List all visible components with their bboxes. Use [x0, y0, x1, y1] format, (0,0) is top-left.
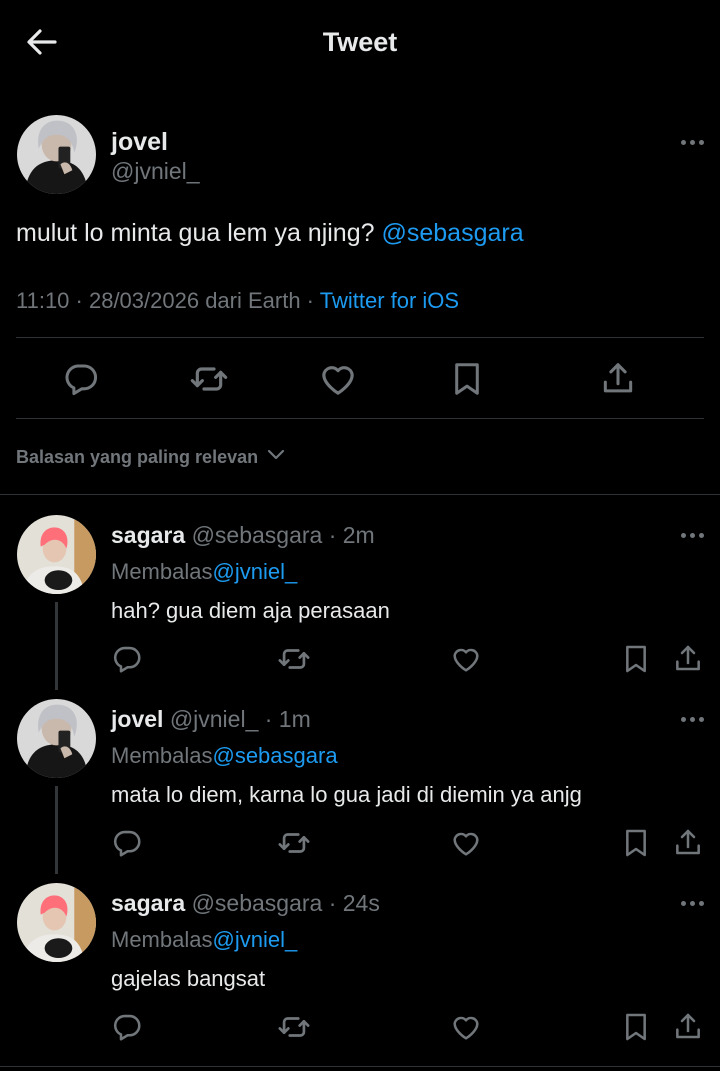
- reply-author-name[interactable]: sagara: [111, 890, 185, 916]
- replying-label: Membalas: [111, 927, 213, 952]
- divider: [0, 1066, 720, 1067]
- bookmark-icon[interactable]: [619, 1010, 653, 1044]
- more-options-icon[interactable]: [681, 140, 704, 145]
- like-icon[interactable]: [449, 1010, 483, 1044]
- retweet-icon[interactable]: [277, 1010, 311, 1044]
- replying-to: Membalas@jvniel_: [111, 559, 297, 585]
- share-icon[interactable]: [671, 1010, 705, 1044]
- tweet-meta: 11:10 · 28/03/2026 dari Earth · Twitter …: [16, 288, 459, 314]
- sort-replies-dropdown[interactable]: Balasan yang paling relevan: [16, 447, 286, 468]
- tweet-source-link[interactable]: Twitter for iOS: [320, 288, 459, 313]
- share-icon[interactable]: [671, 826, 705, 860]
- divider: [0, 494, 720, 495]
- more-options-icon[interactable]: [681, 717, 704, 722]
- replying-label: Membalas: [111, 743, 213, 768]
- more-options-icon[interactable]: [681, 901, 704, 906]
- avatar[interactable]: [17, 515, 96, 594]
- tweet-text: mulut lo minta gua lem ya njing? @sebasg…: [16, 219, 524, 248]
- replying-to-link[interactable]: @jvniel_: [212, 559, 297, 584]
- avatar[interactable]: [17, 883, 96, 962]
- more-options-icon[interactable]: [681, 533, 704, 538]
- reply-author-name[interactable]: jovel: [111, 706, 163, 732]
- author-handle[interactable]: @jvniel_: [111, 158, 200, 185]
- retweet-icon[interactable]: [277, 642, 311, 676]
- chevron-down-icon: [266, 448, 286, 467]
- reply-header: jovel @jvniel_ · 1m: [111, 706, 311, 733]
- replying-to: Membalas@sebasgara: [111, 743, 338, 769]
- reply-author-handle[interactable]: @sebasgara · 2m: [192, 522, 375, 548]
- reply-icon[interactable]: [110, 1010, 144, 1044]
- tweet-body: mulut lo minta gua lem ya njing?: [16, 219, 375, 247]
- divider: [16, 337, 704, 338]
- header: Tweet: [0, 0, 720, 90]
- retweet-icon[interactable]: [188, 358, 230, 400]
- reply-icon[interactable]: [110, 826, 144, 860]
- retweet-icon[interactable]: [277, 826, 311, 860]
- reply-text: gajelas bangsat: [111, 966, 266, 991]
- thread-line: [55, 602, 58, 690]
- reply-author-handle[interactable]: @jvniel_ · 1m: [170, 706, 311, 732]
- reply-text: hah? gua diem aja perasaan: [111, 598, 390, 623]
- page-title: Tweet: [322, 27, 398, 57]
- avatar[interactable]: [17, 699, 96, 778]
- thread-line: [55, 786, 58, 874]
- bookmark-icon[interactable]: [619, 642, 653, 676]
- share-icon[interactable]: [597, 358, 639, 400]
- divider: [16, 418, 704, 419]
- replying-label: Membalas: [111, 559, 213, 584]
- bookmark-icon[interactable]: [446, 358, 488, 400]
- reply-author-handle[interactable]: @sebasgara · 24s: [192, 890, 380, 916]
- replying-to-link[interactable]: @jvniel_: [212, 927, 297, 952]
- reply-header: sagara @sebasgara · 2m: [111, 522, 375, 549]
- sort-label: Balasan yang paling relevan: [16, 447, 259, 467]
- share-icon[interactable]: [671, 642, 705, 676]
- reply-header: sagara @sebasgara · 24s: [111, 890, 380, 917]
- reply-icon[interactable]: [60, 358, 102, 400]
- avatar[interactable]: [17, 115, 96, 194]
- replying-to: Membalas@jvniel_: [111, 927, 297, 953]
- author-name[interactable]: jovel: [111, 128, 168, 157]
- like-icon[interactable]: [449, 826, 483, 860]
- bookmark-icon[interactable]: [619, 826, 653, 860]
- reply-icon[interactable]: [110, 642, 144, 676]
- reply-author-name[interactable]: sagara: [111, 522, 185, 548]
- reply-text: mata lo diem, karna lo gua jadi di diemi…: [111, 782, 582, 807]
- mention-link[interactable]: @sebasgara: [381, 219, 523, 247]
- tweet-timestamp: 11:10 · 28/03/2026 dari Earth ·: [16, 288, 320, 313]
- replying-to-link[interactable]: @sebasgara: [212, 743, 337, 768]
- like-icon[interactable]: [449, 642, 483, 676]
- like-icon[interactable]: [317, 358, 359, 400]
